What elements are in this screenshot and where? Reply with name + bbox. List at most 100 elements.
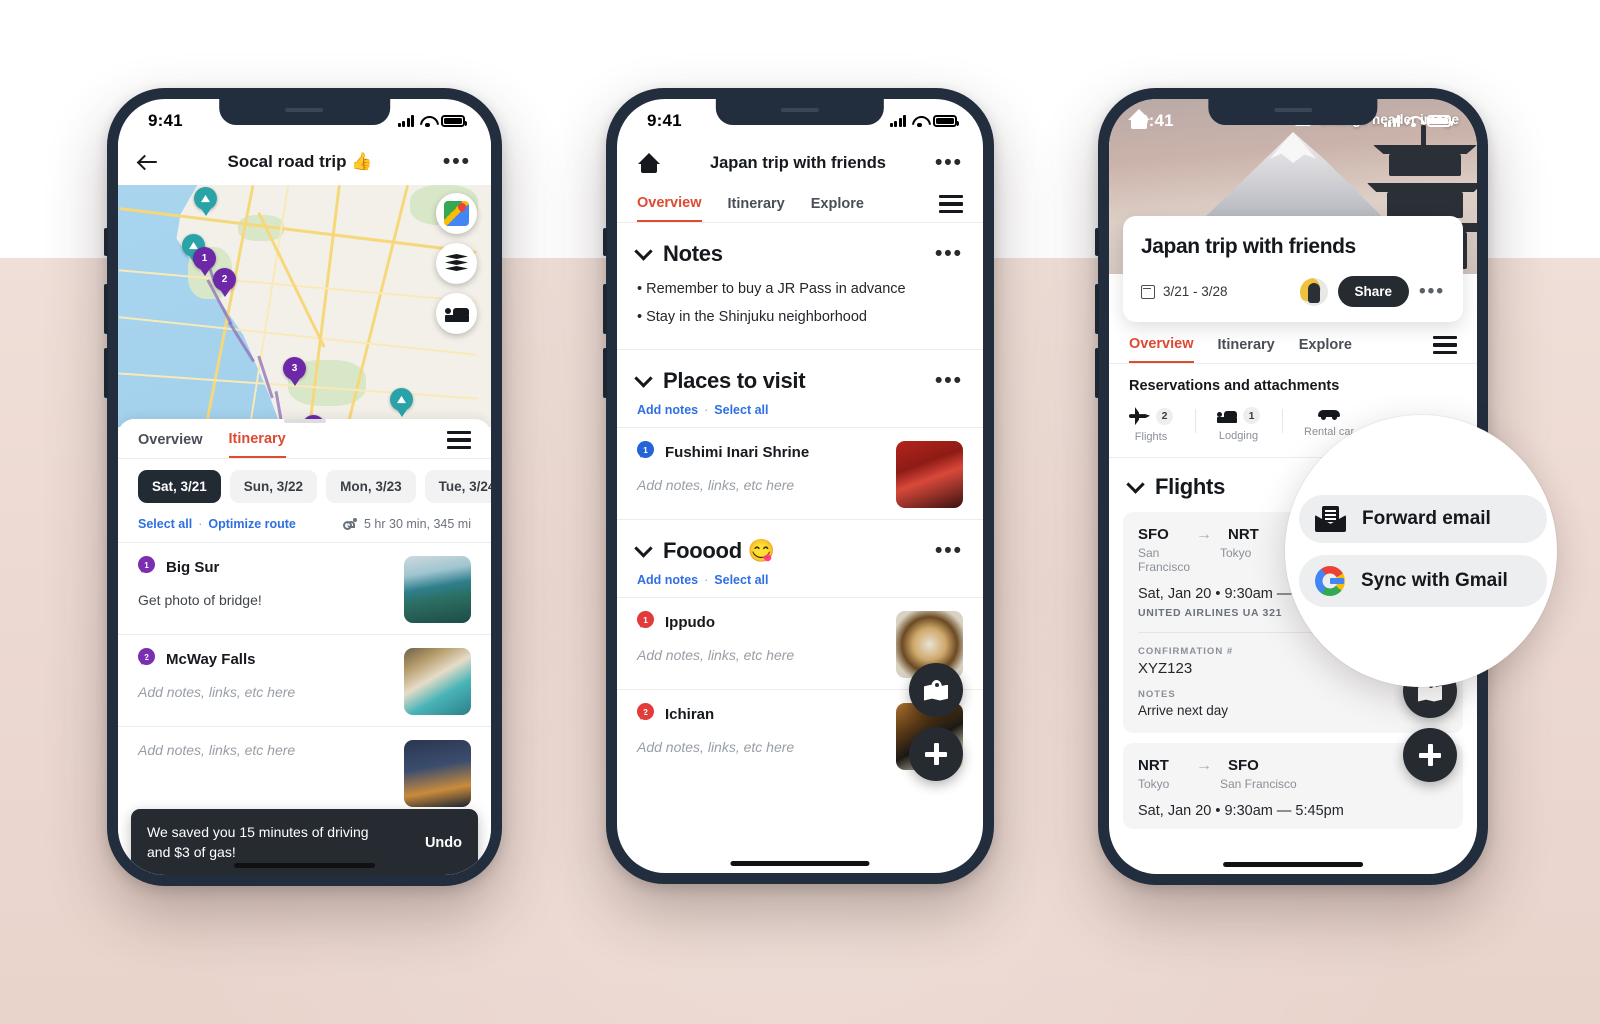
phone-2-screen: 9:41 Japan trip with friends ••• Overvie… xyxy=(617,99,983,873)
chevron-down-icon[interactable] xyxy=(634,242,653,261)
item-thumbnail[interactable] xyxy=(404,740,471,808)
optimize-route-link[interactable]: Optimize route xyxy=(208,517,296,531)
map-pin-mountain[interactable] xyxy=(390,388,413,418)
magnifier-overlay: Forward email Sync with Gmail xyxy=(1285,415,1557,687)
list-menu-icon[interactable] xyxy=(1433,336,1457,355)
home-indicator xyxy=(233,863,376,868)
item-name: Ippudo xyxy=(665,614,715,632)
wifi-icon xyxy=(1406,115,1421,128)
home-icon[interactable] xyxy=(637,152,661,174)
lodging-button[interactable] xyxy=(436,293,477,334)
map-pin-3[interactable]: 3 xyxy=(283,357,306,387)
more-options-icon[interactable]: ••• xyxy=(935,540,963,561)
phone-2-japan-overview: 9:41 Japan trip with friends ••• Overvie… xyxy=(603,88,994,884)
date-chip-strip[interactable]: Sat, 3/21 Sun, 3/22 Mon, 3/23 Tue, 3/24 … xyxy=(118,459,491,514)
share-button[interactable]: Share xyxy=(1337,276,1410,307)
cellular-signal-icon xyxy=(889,115,906,127)
tab-overview[interactable]: Overview xyxy=(138,432,203,457)
reservation-flights[interactable]: 2 Flights xyxy=(1129,407,1195,443)
item-note-placeholder[interactable]: Add notes, links, etc here xyxy=(637,477,884,493)
item-thumbnail[interactable] xyxy=(896,441,963,509)
map-layers-button[interactable] xyxy=(436,243,477,284)
tab-explore[interactable]: Explore xyxy=(1299,337,1352,362)
forward-email-option[interactable]: Forward email xyxy=(1299,495,1547,543)
add-notes-link[interactable]: Add notes xyxy=(637,573,698,587)
tab-overview[interactable]: Overview xyxy=(1129,336,1194,364)
status-time: 9:41 xyxy=(1139,111,1174,130)
select-all-link[interactable]: Select all xyxy=(714,573,768,587)
select-all-link[interactable]: Select all xyxy=(714,403,768,417)
item-thumbnail[interactable] xyxy=(404,648,471,716)
list-menu-icon[interactable] xyxy=(447,431,471,450)
item-pin-2: 2 xyxy=(637,703,654,738)
sync-with-gmail-option[interactable]: Sync with Gmail xyxy=(1299,555,1547,607)
chevron-down-icon[interactable] xyxy=(634,369,653,388)
item-note-placeholder[interactable]: Add notes, links, etc here xyxy=(637,647,884,663)
plane-icon xyxy=(1129,407,1150,425)
more-options-icon[interactable]: ••• xyxy=(935,243,963,264)
date-chip-mon[interactable]: Mon, 3/23 xyxy=(326,470,416,504)
phone-3-tabs: Overview Itinerary Explore xyxy=(1109,322,1477,364)
place-item-fushimi-inari[interactable]: 1 Fushimi Inari Shrine Add notes, links,… xyxy=(617,428,983,519)
chevron-down-icon[interactable] xyxy=(634,539,653,558)
item-name: McWay Falls xyxy=(166,651,256,669)
undo-button[interactable]: Undo xyxy=(425,835,462,851)
trip-dates: 3/21 - 3/28 xyxy=(1141,284,1228,299)
add-fab-button[interactable] xyxy=(1403,728,1457,782)
item-name: Ichiran xyxy=(665,706,715,724)
home-indicator xyxy=(1223,862,1363,867)
itinerary-item-big-sur[interactable]: 1 Big Sur Get photo of bridge! xyxy=(118,543,491,634)
phone-notch xyxy=(715,99,885,125)
tab-itinerary[interactable]: Itinerary xyxy=(228,431,286,459)
more-options-icon[interactable]: ••• xyxy=(935,152,963,173)
tab-explore[interactable]: Explore xyxy=(811,196,864,221)
tab-itinerary[interactable]: Itinerary xyxy=(728,196,785,221)
page-title: Socal road trip 👍 xyxy=(227,152,373,171)
flight-to-city: San Francisco xyxy=(1220,777,1297,792)
add-fab-button[interactable] xyxy=(909,727,963,781)
more-options-icon[interactable]: ••• xyxy=(935,370,963,391)
select-all-link[interactable]: Select all xyxy=(138,517,192,531)
section-title: Flights xyxy=(1155,474,1226,500)
item-note-placeholder[interactable]: Add notes, links, etc here xyxy=(138,684,392,700)
itinerary-item-third[interactable]: Add notes, links, etc here xyxy=(118,727,491,818)
item-pin-1: 1 xyxy=(637,611,654,646)
flight-from-code: NRT xyxy=(1138,757,1169,775)
avatar[interactable] xyxy=(1299,277,1328,306)
forward-email-label: Forward email xyxy=(1362,508,1491,529)
google-maps-button[interactable] xyxy=(436,193,477,234)
itinerary-item-mcway-falls[interactable]: 2 McWay Falls Add notes, links, etc here xyxy=(118,635,491,726)
battery-icon xyxy=(1427,115,1453,127)
flight-datetime: Sat, Jan 20 • 9:30am — 5:45pm xyxy=(1138,803,1344,820)
add-notes-link[interactable]: Add notes xyxy=(637,403,698,417)
item-note[interactable]: Get photo of bridge! xyxy=(138,592,392,608)
toast-message: We saved you 15 minutes of driving and $… xyxy=(147,824,369,861)
map-pin-mountain[interactable] xyxy=(194,187,217,217)
section-food-links: Add notes · Select all xyxy=(617,564,983,597)
more-options-icon[interactable]: ••• xyxy=(443,151,471,172)
item-note-placeholder[interactable]: Add notes, links, etc here xyxy=(637,739,884,755)
phone-1-tabs: Overview Itinerary xyxy=(118,423,491,459)
section-food-header: Fooood 😋 ••• xyxy=(617,520,983,564)
date-chip-sun[interactable]: Sun, 3/22 xyxy=(229,470,318,504)
item-note-placeholder[interactable]: Add notes, links, etc here xyxy=(138,742,392,758)
tab-overview[interactable]: Overview xyxy=(637,195,702,223)
item-thumbnail[interactable] xyxy=(404,556,471,624)
item-name: Fushimi Inari Shrine xyxy=(665,444,810,462)
cellular-signal-icon xyxy=(1383,115,1400,127)
map-fab-button[interactable] xyxy=(909,663,963,717)
phone-1-navbar: Socal road trip 👍 ••• xyxy=(118,139,491,185)
list-menu-icon[interactable] xyxy=(939,195,963,214)
tab-itinerary[interactable]: Itinerary xyxy=(1218,337,1275,362)
map-pin-2[interactable]: 2 xyxy=(213,268,236,298)
reservation-lodging[interactable]: 1 Lodging xyxy=(1195,407,1282,443)
chevron-down-icon[interactable] xyxy=(1126,475,1145,494)
phone-notch xyxy=(218,99,391,125)
date-chip-sat[interactable]: Sat, 3/21 xyxy=(138,470,221,504)
map-view[interactable]: 1 2 3 4 xyxy=(118,185,491,427)
flight-to-code: NRT xyxy=(1228,526,1259,544)
date-chip-tue[interactable]: Tue, 3/24 xyxy=(424,470,491,504)
back-arrow-icon[interactable] xyxy=(138,153,157,172)
more-options-icon[interactable]: ••• xyxy=(1419,282,1445,301)
google-maps-icon xyxy=(444,201,469,226)
